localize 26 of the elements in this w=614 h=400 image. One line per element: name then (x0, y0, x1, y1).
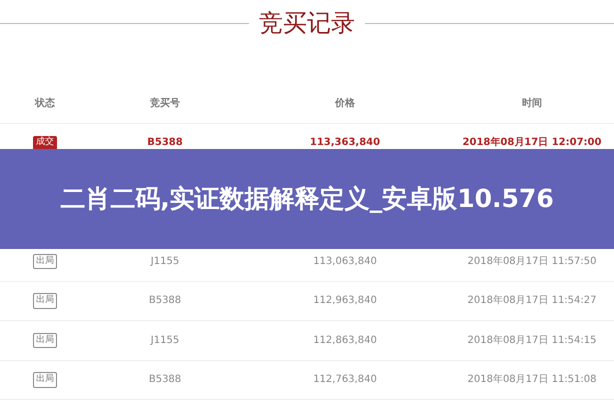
status-tag: 成交 (33, 136, 57, 150)
table-cell-text: 2018年08月17日 11:51:08 (468, 373, 596, 388)
status-tag: 出局 (33, 332, 57, 348)
table-cell-text: 2018年08月17日 11:54:15 (468, 334, 596, 348)
table-cell-text: 112,963,840 (313, 294, 377, 308)
page-title: 竞买记录 (258, 8, 356, 39)
column-header: 竞买号 (150, 96, 180, 111)
column-header: 价格 (335, 96, 355, 111)
table-cell-text: B5388 (148, 373, 182, 388)
table-cell-text: 112,863,840 (313, 334, 377, 348)
table-cell-text: B5388 (147, 136, 183, 150)
table-cell-text: 112,763,840 (313, 373, 377, 388)
column-header: 状态 (35, 96, 55, 111)
status-tag: 出局 (33, 254, 57, 269)
table-cell-text: 2018年08月17日 11:54:27 (468, 294, 596, 308)
status-tag: 出局 (33, 293, 57, 308)
status-tag: 出局 (33, 372, 57, 388)
table-cell-text: 113,363,840 (310, 136, 380, 150)
table-cell-text: J1155 (150, 254, 180, 269)
table-cell-text: 113,063,840 (313, 254, 377, 269)
table-cell-text: 2018年08月17日 12:07:00 (462, 136, 602, 150)
table-cell-text: B5388 (148, 294, 182, 308)
title-banner: 二肖二码,实证数据解释定义_安卓版10.576 (0, 149, 614, 249)
table-cell-text: 2018年08月17日 11:57:50 (468, 254, 596, 269)
column-header: 时间 (522, 96, 542, 111)
table-cell-text: J1155 (150, 334, 180, 348)
